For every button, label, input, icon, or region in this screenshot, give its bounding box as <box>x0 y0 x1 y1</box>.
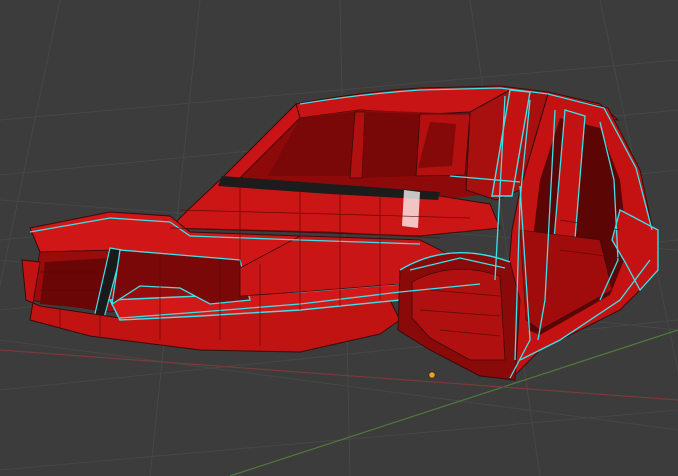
hood-highlight <box>402 190 420 228</box>
rear-door-window <box>362 112 420 178</box>
3d-viewport[interactable] <box>0 0 678 476</box>
viewport-canvas[interactable] <box>0 0 678 476</box>
object-origin-dot[interactable] <box>428 371 436 379</box>
